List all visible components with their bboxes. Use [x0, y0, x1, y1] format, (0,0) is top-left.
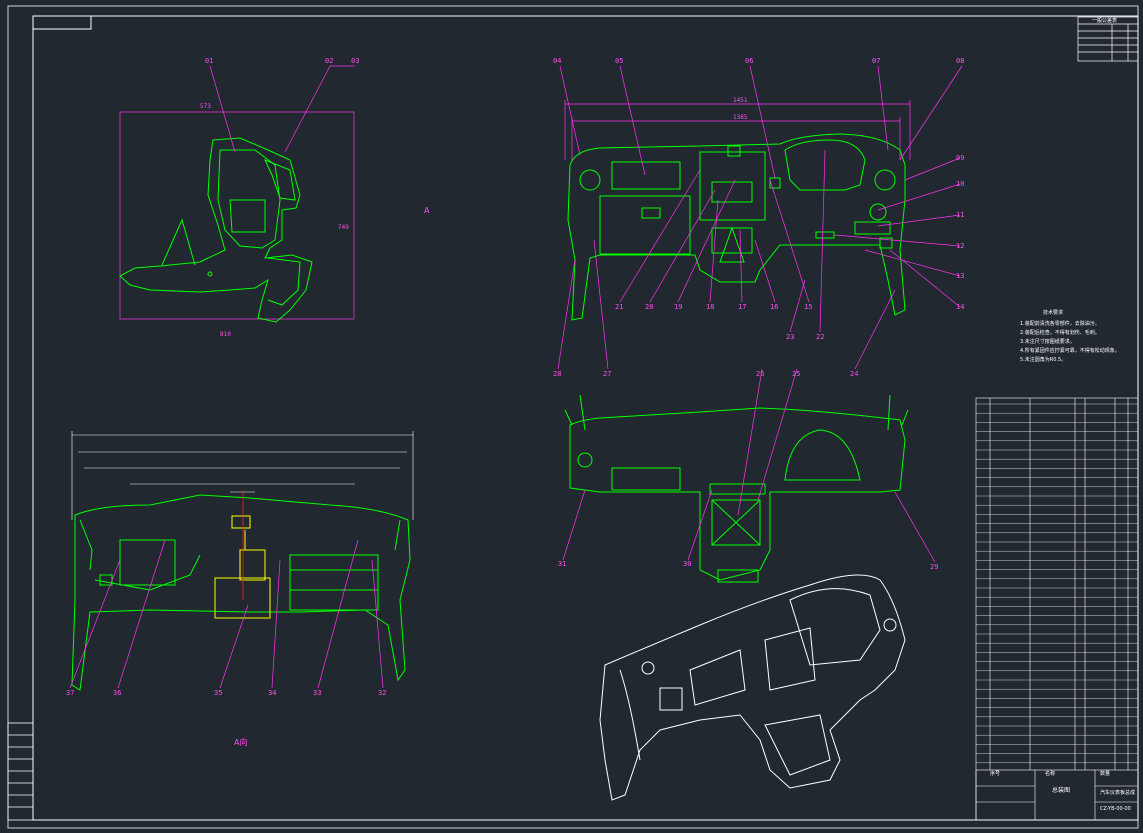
part-label-32: 32: [378, 689, 387, 697]
tech-note-3: 3.未注尺寸按图纸要求。: [1020, 339, 1075, 345]
section-view-title: A向: [234, 738, 248, 747]
front-view-dims: [564, 100, 911, 160]
side-view-dim-box: [119, 111, 355, 320]
part-label-08: 08: [956, 57, 965, 65]
part-label-30: 30: [683, 560, 692, 568]
part-label-13: 13: [956, 272, 965, 280]
front-view: [564, 100, 911, 321]
drawing-number: CZ-YB-00-00: [1100, 806, 1131, 812]
tech-note-2: 2.装配后检查，不得有划伤、毛刺。: [1020, 330, 1100, 336]
part-label-31: 31: [558, 560, 567, 568]
rear-view: [564, 394, 909, 583]
sheet-border-outer: [7, 5, 1139, 829]
dim-side-right: 749: [338, 224, 349, 231]
part-label-01: 01: [205, 57, 214, 65]
sheet-border-inner: [32, 15, 1139, 821]
part-label-21: 21: [615, 303, 624, 311]
part-label-35: 35: [214, 689, 223, 697]
revision-table-title: 一般公差表: [1092, 18, 1118, 24]
side-view: [119, 111, 355, 323]
side-view-outline: [119, 137, 313, 323]
tech-note-5: 5.未注圆角为R0.5。: [1020, 357, 1067, 363]
part-label-37: 37: [66, 689, 75, 697]
section-view: [71, 431, 414, 691]
cad-drawing-sheet: [7, 5, 1139, 829]
parts-list-rows: [976, 403, 1138, 763]
front-view-outline: [567, 133, 906, 321]
parts-list: [975, 397, 1139, 821]
part-label-20: 20: [645, 303, 654, 311]
part-label-03: 03: [351, 57, 360, 65]
part-label-18: 18: [706, 303, 715, 311]
part-label-34: 34: [268, 689, 277, 697]
dim-side-top: 573: [200, 103, 211, 110]
section-view-dims: [71, 431, 414, 520]
sheet-corner-box: [32, 15, 92, 30]
parts-header-name: 名称: [1045, 771, 1056, 777]
part-label-05: 05: [615, 57, 624, 65]
part-name: 汽车仪表板总成: [1100, 790, 1136, 796]
part-label-12: 12: [956, 242, 965, 250]
part-label-16: 16: [770, 303, 779, 311]
section-view-outline: [71, 494, 411, 691]
part-label-02: 02: [325, 57, 334, 65]
part-label-11: 11: [956, 211, 965, 219]
part-label-14: 14: [956, 303, 965, 311]
part-label-24: 24: [850, 370, 859, 378]
section-marker-a: A: [424, 206, 430, 215]
part-label-06: 06: [745, 57, 754, 65]
part-label-17: 17: [738, 303, 747, 311]
part-label-22: 22: [816, 333, 825, 341]
part-label-04: 04: [553, 57, 562, 65]
tech-note-4: 4.所有紧固件应拧紧可靠，不得有松动现象。: [1020, 348, 1120, 354]
isometric-view: [599, 574, 906, 801]
part-label-07: 07: [872, 57, 881, 65]
part-label-25: 25: [792, 370, 801, 378]
part-label-26: 26: [756, 370, 765, 378]
part-label-10: 10: [956, 180, 965, 188]
part-label-27: 27: [603, 370, 612, 378]
dim-side-bottom: 810: [220, 331, 231, 338]
left-strip: [7, 722, 34, 821]
parts-header-index: 序号: [990, 771, 1001, 777]
part-label-15: 15: [804, 303, 813, 311]
part-label-29: 29: [930, 563, 939, 571]
tech-note-1: 1.装配前清洗各零部件，去除油污。: [1020, 321, 1100, 327]
part-label-28: 28: [553, 370, 562, 378]
dim-front-overall: 1451: [733, 97, 748, 104]
drawing-title: 总装图: [1052, 787, 1071, 794]
part-label-33: 33: [313, 689, 322, 697]
part-label-36: 36: [113, 689, 122, 697]
part-label-19: 19: [674, 303, 683, 311]
leader-lines: [69, 65, 963, 689]
dim-front-inner: 1385: [733, 114, 748, 121]
tech-notes-title: 技术要求: [1043, 310, 1064, 316]
part-label-09: 09: [956, 154, 965, 162]
section-view-highlight: [214, 515, 271, 619]
parts-header-qty: 数量: [1100, 771, 1111, 777]
part-label-23: 23: [786, 333, 795, 341]
